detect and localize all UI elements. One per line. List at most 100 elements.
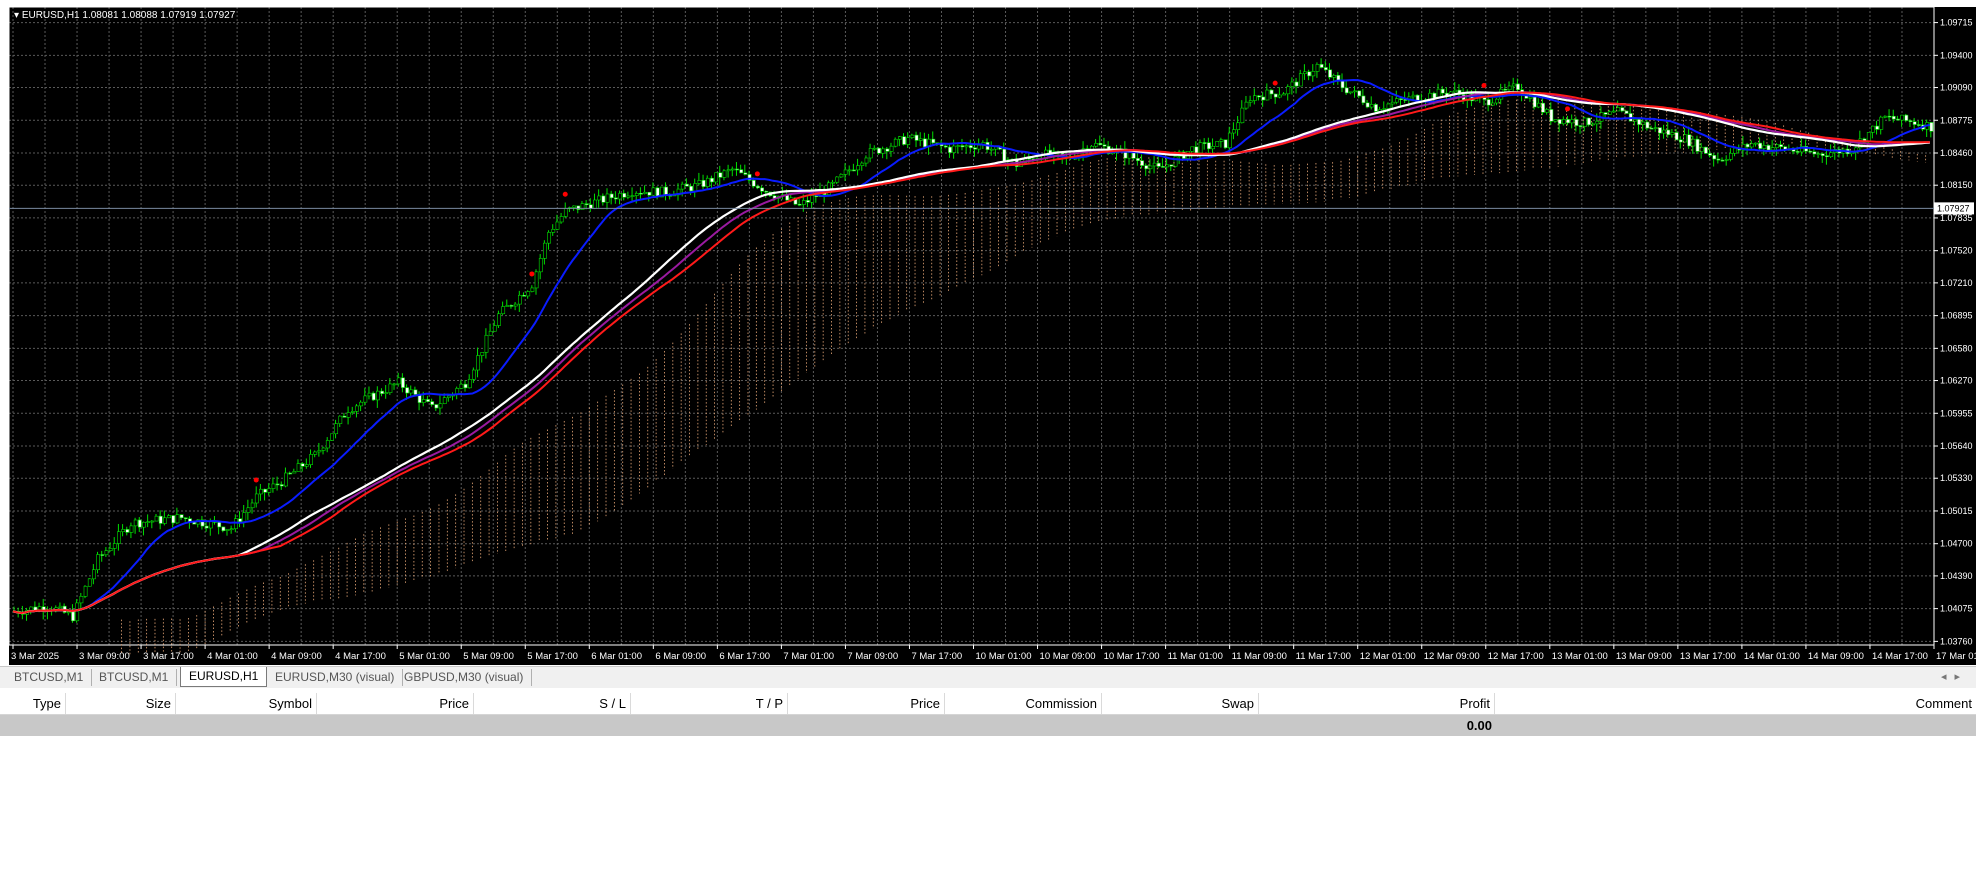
- col-sl[interactable]: S / L: [474, 693, 631, 714]
- candle-body: [1591, 123, 1596, 126]
- candle-body: [893, 138, 898, 147]
- candle-body: [1820, 153, 1825, 156]
- candle-body: [906, 137, 911, 145]
- price-chart[interactable]: 1.09715 1.09400 1.09090 1.08775 1.08460 1.081…: [0, 0, 1976, 665]
- candle-body: [234, 518, 238, 530]
- col-type[interactable]: Type: [0, 693, 66, 714]
- candle-body: [1829, 152, 1834, 158]
- candle-body: [221, 526, 226, 532]
- time-label: 7 Mar 09:00: [847, 651, 898, 662]
- col-swap[interactable]: Swap: [1102, 693, 1259, 714]
- candle-body: [1904, 114, 1909, 121]
- candle-body: [593, 199, 597, 209]
- candle-body: [1620, 107, 1625, 112]
- col-tp[interactable]: T / P: [631, 693, 788, 714]
- candle-body: [1248, 100, 1253, 103]
- tab-label: EURUSD,H1: [189, 669, 259, 683]
- candle-body: [1152, 162, 1157, 167]
- candle-body: [973, 147, 977, 150]
- candle-body: [1236, 122, 1241, 130]
- time-label: 14 Mar 01:00: [1744, 651, 1800, 662]
- candle-body: [751, 180, 756, 187]
- candle-body: [680, 183, 685, 190]
- tab-btcusd-m1-2[interactable]: BTCUSD,M1: [91, 669, 178, 686]
- candle-body: [376, 390, 380, 401]
- price-label: 1.07835: [1940, 213, 1973, 223]
- candle-body: [1812, 151, 1817, 155]
- candle-body: [309, 454, 313, 465]
- candle-body: [618, 193, 623, 200]
- candle-body: [1541, 102, 1545, 113]
- candle-body: [163, 517, 167, 524]
- tab-eurusd-h1[interactable]: EURUSD,H1: [180, 667, 268, 687]
- price-label: 1.04075: [1940, 604, 1973, 614]
- candle-body: [463, 383, 468, 389]
- candle-body: [1825, 155, 1829, 158]
- price-label: 1.04700: [1940, 539, 1973, 549]
- tab-label: BTCUSD,M1: [14, 670, 84, 684]
- col-size[interactable]: Size: [66, 693, 176, 714]
- tab-scroll-arrows[interactable]: ◂▸: [1941, 670, 1968, 683]
- candle-body: [396, 377, 401, 385]
- candle-body: [1674, 132, 1679, 141]
- tab-scroll-left-icon[interactable]: ◂: [1941, 671, 1955, 683]
- candle-body: [1562, 119, 1566, 125]
- candle-body: [705, 177, 710, 187]
- candle-body: [409, 389, 414, 394]
- candle-body: [889, 145, 894, 152]
- col-commission[interactable]: Commission: [945, 693, 1102, 714]
- candle-body: [1161, 166, 1165, 168]
- candle-body: [1883, 115, 1888, 118]
- candle-body: [948, 146, 952, 153]
- chart-window[interactable]: 1.09715 1.09400 1.09090 1.08775 1.08460 1.081…: [0, 0, 1976, 665]
- candle-body: [743, 172, 748, 175]
- col-profit[interactable]: Profit: [1259, 693, 1495, 714]
- tab-btcusd-m1-1[interactable]: BTCUSD,M1: [6, 669, 93, 686]
- candle-body: [730, 168, 735, 171]
- candle-body: [472, 369, 476, 380]
- col-price-current[interactable]: Price: [788, 693, 945, 714]
- tab-eurusd-m30-visual[interactable]: EURUSD,M30 (visual): [267, 669, 404, 686]
- price-label: 1.05955: [1940, 408, 1973, 418]
- candle-body: [1570, 119, 1575, 124]
- candle-body: [317, 450, 322, 453]
- candle-body: [359, 401, 364, 407]
- candle-body: [860, 162, 865, 166]
- candle-body: [1574, 119, 1579, 126]
- candle-body: [171, 515, 176, 524]
- candle-body: [1269, 89, 1274, 95]
- candle-body: [330, 433, 334, 441]
- candle-body: [923, 138, 927, 148]
- candle-body: [509, 305, 514, 307]
- candle-body: [1144, 165, 1149, 170]
- candle-body: [492, 325, 497, 332]
- candle-body: [1286, 86, 1291, 95]
- time-label: 13 Mar 09:00: [1616, 651, 1672, 662]
- col-comment[interactable]: Comment: [1495, 693, 1976, 714]
- candle-body: [530, 287, 535, 292]
- collapse-triangle-icon[interactable]: ▾: [14, 10, 19, 21]
- candle-body: [142, 521, 146, 528]
- candle-body: [1332, 75, 1337, 78]
- col-symbol[interactable]: Symbol: [176, 693, 317, 714]
- candle-body: [538, 258, 543, 273]
- candle-body: [835, 176, 840, 183]
- candle-body: [334, 423, 339, 435]
- candle-body: [1745, 143, 1750, 148]
- price-scale-area: [1934, 7, 1976, 665]
- candle-body: [1094, 143, 1099, 147]
- candle-body: [183, 517, 188, 520]
- tab-scroll-right-icon[interactable]: ▸: [1954, 671, 1968, 683]
- symbol-header: ▾ EURUSD,H1 1.08081 1.08088 1.07919 1.07…: [14, 10, 235, 21]
- candle-body: [438, 403, 443, 409]
- candle-body: [338, 415, 343, 424]
- price-label: 1.07210: [1940, 278, 1973, 288]
- candle-body: [513, 303, 518, 307]
- candle-body: [1328, 69, 1332, 78]
- candle-body: [1503, 88, 1508, 91]
- candle-body: [831, 181, 835, 184]
- time-label: 13 Mar 17:00: [1680, 651, 1736, 662]
- col-price-open[interactable]: Price: [317, 693, 474, 714]
- candle-body: [71, 611, 75, 622]
- tab-gbpusd-m30-visual[interactable]: GBPUSD,M30 (visual): [396, 669, 533, 686]
